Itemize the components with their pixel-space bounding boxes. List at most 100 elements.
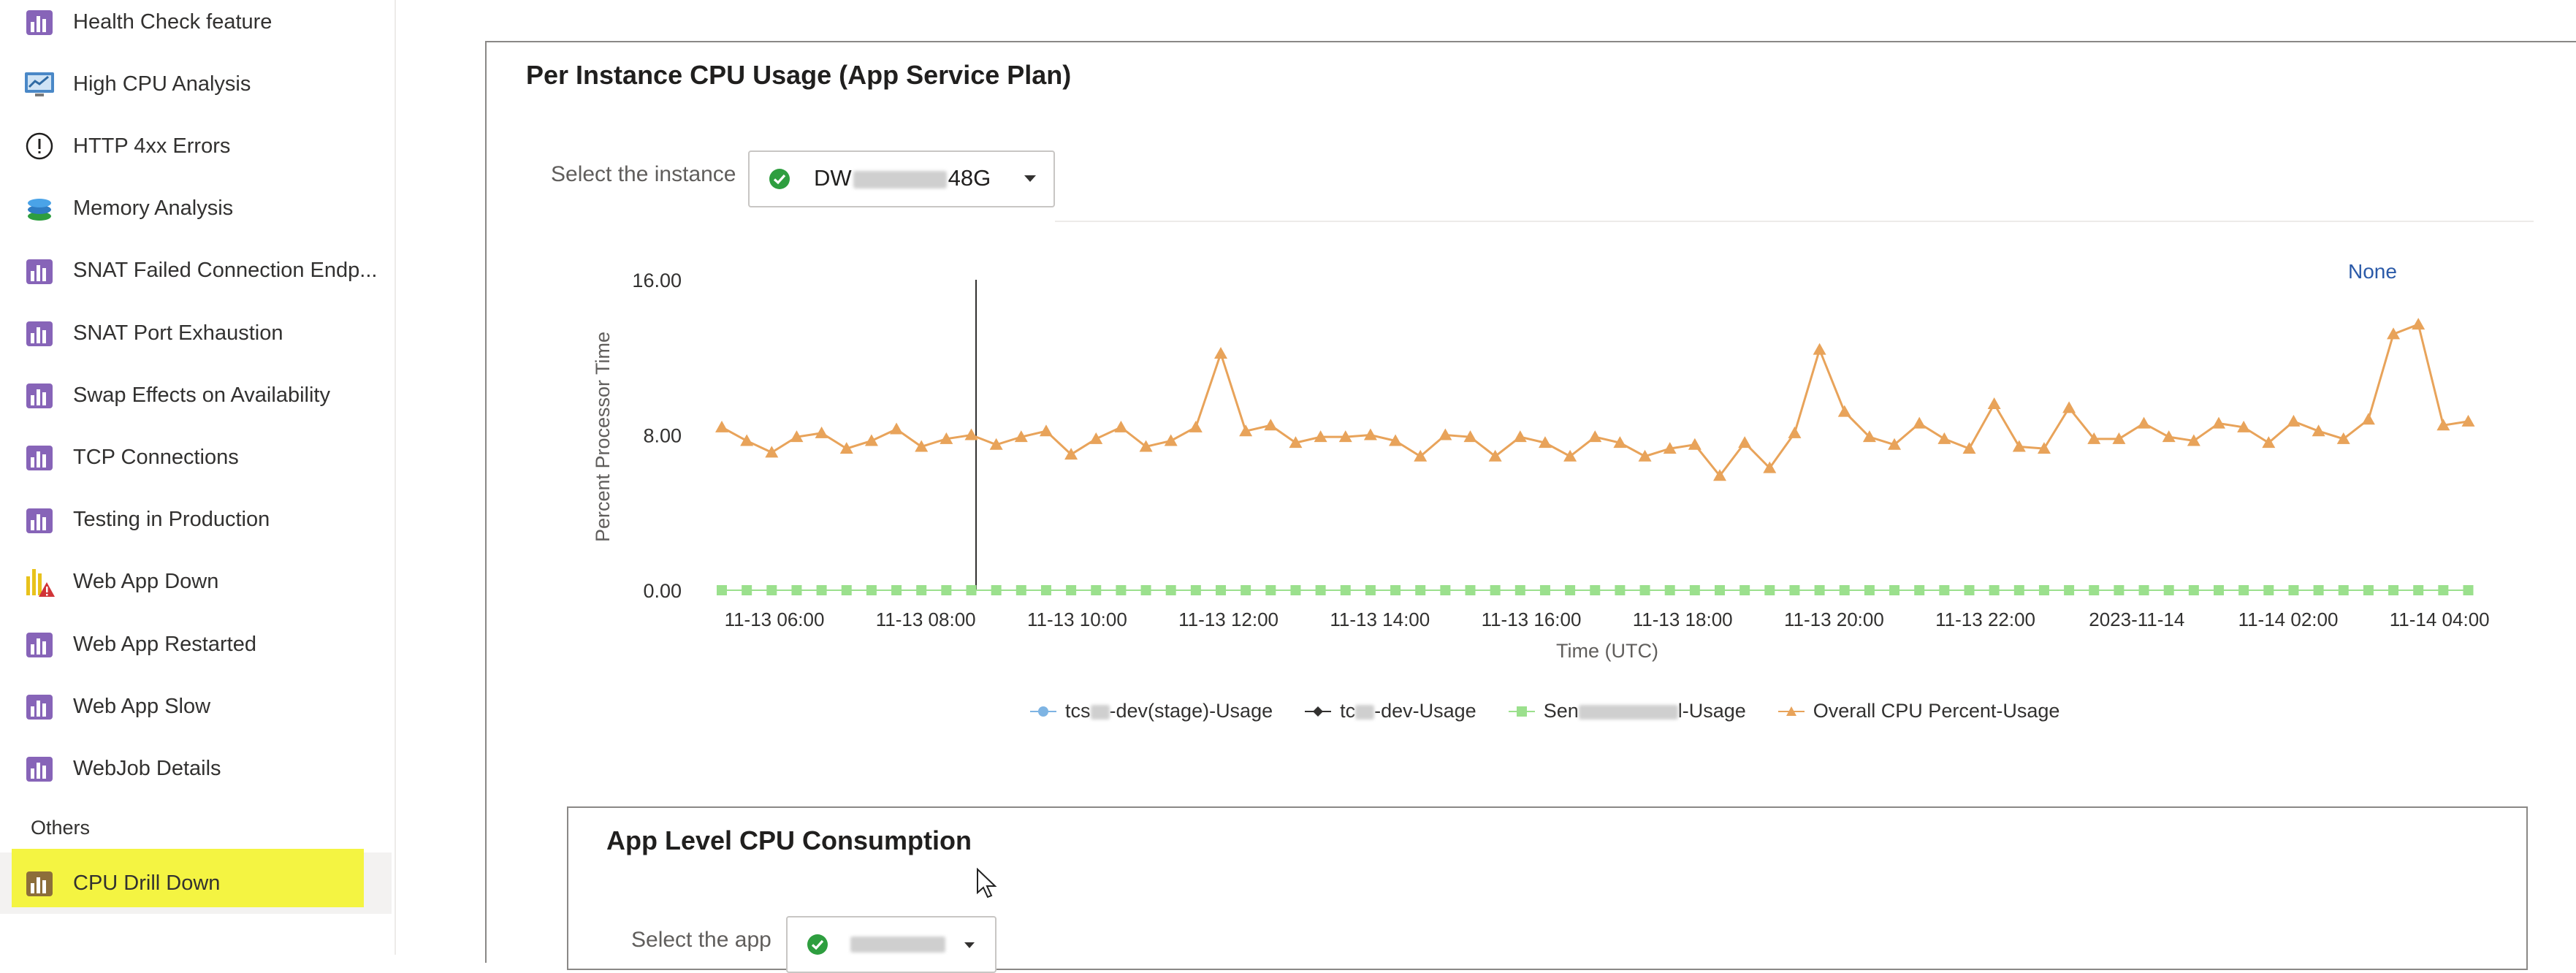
- data-point-sen-usage: [1165, 585, 1176, 595]
- sidebar-item-web-app-restarted[interactable]: Web App Restarted: [0, 613, 392, 676]
- data-point-sen-usage: [1989, 585, 2000, 595]
- data-point-sen-usage: [2064, 585, 2075, 595]
- data-point-sen-usage: [2238, 585, 2249, 595]
- data-point-overall-cpu: [864, 434, 878, 446]
- sidebar-item-memory-analysis[interactable]: Memory Analysis: [0, 178, 392, 240]
- sidebar-item-label: Swap Effects on Availability: [73, 383, 330, 407]
- x-tick-label: 11-14 02:00: [2238, 608, 2339, 630]
- y-axis-label: Percent Processor Time: [592, 332, 614, 542]
- x-tick-label: 11-14 04:00: [2390, 608, 2490, 630]
- data-point-sen-usage: [966, 585, 977, 595]
- data-point-overall-cpu: [1513, 430, 1527, 443]
- sidebar-item-health-check-feature[interactable]: Health Check feature: [0, 0, 392, 53]
- data-point-sen-usage: [1914, 585, 1925, 595]
- data-point-sen-usage: [1615, 585, 1626, 595]
- data-point-sen-usage: [1415, 585, 1426, 595]
- sidebar-item-label: Web App Slow: [73, 694, 211, 718]
- data-point-sen-usage: [2089, 585, 2100, 595]
- none-link[interactable]: None: [2348, 260, 2397, 283]
- check-circle-icon: [769, 168, 790, 194]
- chevron-down-icon: [1024, 175, 1036, 182]
- data-point-overall-cpu: [1987, 397, 2001, 409]
- x-tick-label: 11-13 10:00: [1027, 608, 1127, 630]
- sidebar-item-tcp-connections[interactable]: TCP Connections: [0, 426, 392, 489]
- data-point-sen-usage: [1040, 585, 1051, 595]
- panel2-title: App Level CPU Consumption: [606, 825, 972, 855]
- data-point-sen-usage: [2388, 585, 2399, 595]
- data-point-overall-cpu: [1264, 419, 1278, 431]
- instance-dropdown[interactable]: DW 48G: [748, 150, 1055, 207]
- monitor-chart-icon: [22, 66, 57, 102]
- sidebar-item-testing-in-production[interactable]: Testing in Production: [0, 489, 392, 552]
- legend-label: tc -dev-Usage: [1340, 700, 1476, 722]
- sidebar-item-swap-effects-on-availability[interactable]: Swap Effects on Availability: [0, 364, 392, 427]
- sidebar-item-snat-failed-connection-endp[interactable]: SNAT Failed Connection Endp...: [0, 240, 392, 302]
- legend-label: Sen l-Usage: [1543, 700, 1746, 722]
- data-point-overall-cpu: [2461, 414, 2475, 427]
- app-select-label: Select the app: [631, 928, 771, 952]
- x-axis-label: Time (UTC): [1556, 640, 1658, 662]
- x-tick-label: 11-13 06:00: [725, 608, 825, 630]
- sidebar-item-label: Health Check feature: [73, 9, 273, 34]
- data-point-sen-usage: [742, 585, 752, 595]
- instance-dropdown-value: DW 48G: [814, 165, 991, 191]
- bar-chart-icon: [22, 503, 57, 538]
- sidebar-item-cpu-drill-down[interactable]: CPU Drill Down: [0, 852, 392, 915]
- sidebar-item-http-4xx-errors[interactable]: HTTP 4xx Errors: [0, 115, 392, 178]
- app-dropdown[interactable]: [786, 916, 997, 973]
- data-point-sen-usage: [1365, 585, 1376, 595]
- sidebar-item-label: Testing in Production: [73, 508, 270, 532]
- legend-item-sen-usage[interactable]: Sen l-Usage: [1508, 700, 1746, 722]
- data-point-overall-cpu: [1114, 420, 1128, 432]
- sidebar-item-web-app-slow[interactable]: Web App Slow: [0, 675, 392, 738]
- data-point-overall-cpu: [715, 420, 728, 432]
- data-point-sen-usage: [1689, 585, 1700, 595]
- data-point-sen-usage: [2013, 585, 2024, 595]
- bar-chart-icon: [22, 689, 57, 724]
- panel-title: Per Instance CPU Usage (App Service Plan…: [526, 60, 1072, 90]
- data-point-sen-usage: [1514, 585, 1525, 595]
- legend-item-tc-dev[interactable]: tc -dev-Usage: [1305, 700, 1476, 722]
- data-point-sen-usage: [2288, 585, 2299, 595]
- chevron-down-icon: [964, 942, 975, 948]
- y-tick-label: 0.00: [643, 580, 682, 602]
- x-tick-label: 11-13 08:00: [876, 608, 976, 630]
- series-line-overall-cpu: [721, 323, 2469, 478]
- data-point-sen-usage: [1764, 585, 1775, 595]
- data-point-sen-usage: [1140, 585, 1151, 595]
- memory-stack-icon: [22, 191, 57, 226]
- app-dropdown-value: [850, 936, 945, 953]
- data-point-sen-usage: [1265, 585, 1276, 595]
- data-point-sen-usage: [1190, 585, 1201, 595]
- bar-chart-warning-icon: [22, 565, 57, 600]
- data-point-overall-cpu: [1813, 343, 1826, 355]
- data-point-sen-usage: [791, 585, 802, 595]
- sidebar-item-webjob-details[interactable]: WebJob Details: [0, 737, 392, 800]
- data-point-sen-usage: [717, 585, 727, 595]
- data-point-sen-usage: [916, 585, 927, 595]
- sidebar-item-snat-port-exhaustion[interactable]: SNAT Port Exhaustion: [0, 302, 392, 365]
- data-point-overall-cpu: [1164, 434, 1178, 446]
- bar-chart-icon: [22, 378, 57, 413]
- check-circle-icon: [807, 934, 828, 959]
- legend-item-tcs-dev-stage[interactable]: tcs -dev(stage)-Usage: [1030, 700, 1273, 722]
- data-point-overall-cpu: [2287, 414, 2301, 427]
- data-point-sen-usage: [1664, 585, 1675, 595]
- data-point-sen-usage: [1490, 585, 1501, 595]
- legend-item-overall-cpu[interactable]: Overall CPU Percent-Usage: [1777, 700, 2059, 722]
- data-point-overall-cpu: [765, 446, 779, 458]
- bar-chart-icon: [22, 253, 57, 289]
- data-point-sen-usage: [1739, 585, 1750, 595]
- data-point-sen-usage: [1290, 585, 1301, 595]
- x-tick-label: 11-13 18:00: [1633, 608, 1733, 630]
- circle-marker-icon: [1030, 706, 1056, 717]
- data-point-sen-usage: [2188, 585, 2199, 595]
- bar-chart-icon: [22, 751, 57, 786]
- sidebar-item-label: HTTP 4xx Errors: [73, 134, 231, 158]
- data-point-overall-cpu: [1089, 432, 1103, 444]
- data-point-sen-usage: [2263, 585, 2274, 595]
- data-point-sen-usage: [1839, 585, 1850, 595]
- sidebar-item-web-app-down[interactable]: Web App Down: [0, 551, 392, 614]
- x-tick-label: 2023-11-14: [2089, 608, 2184, 630]
- sidebar-item-high-cpu-analysis[interactable]: High CPU Analysis: [0, 53, 392, 115]
